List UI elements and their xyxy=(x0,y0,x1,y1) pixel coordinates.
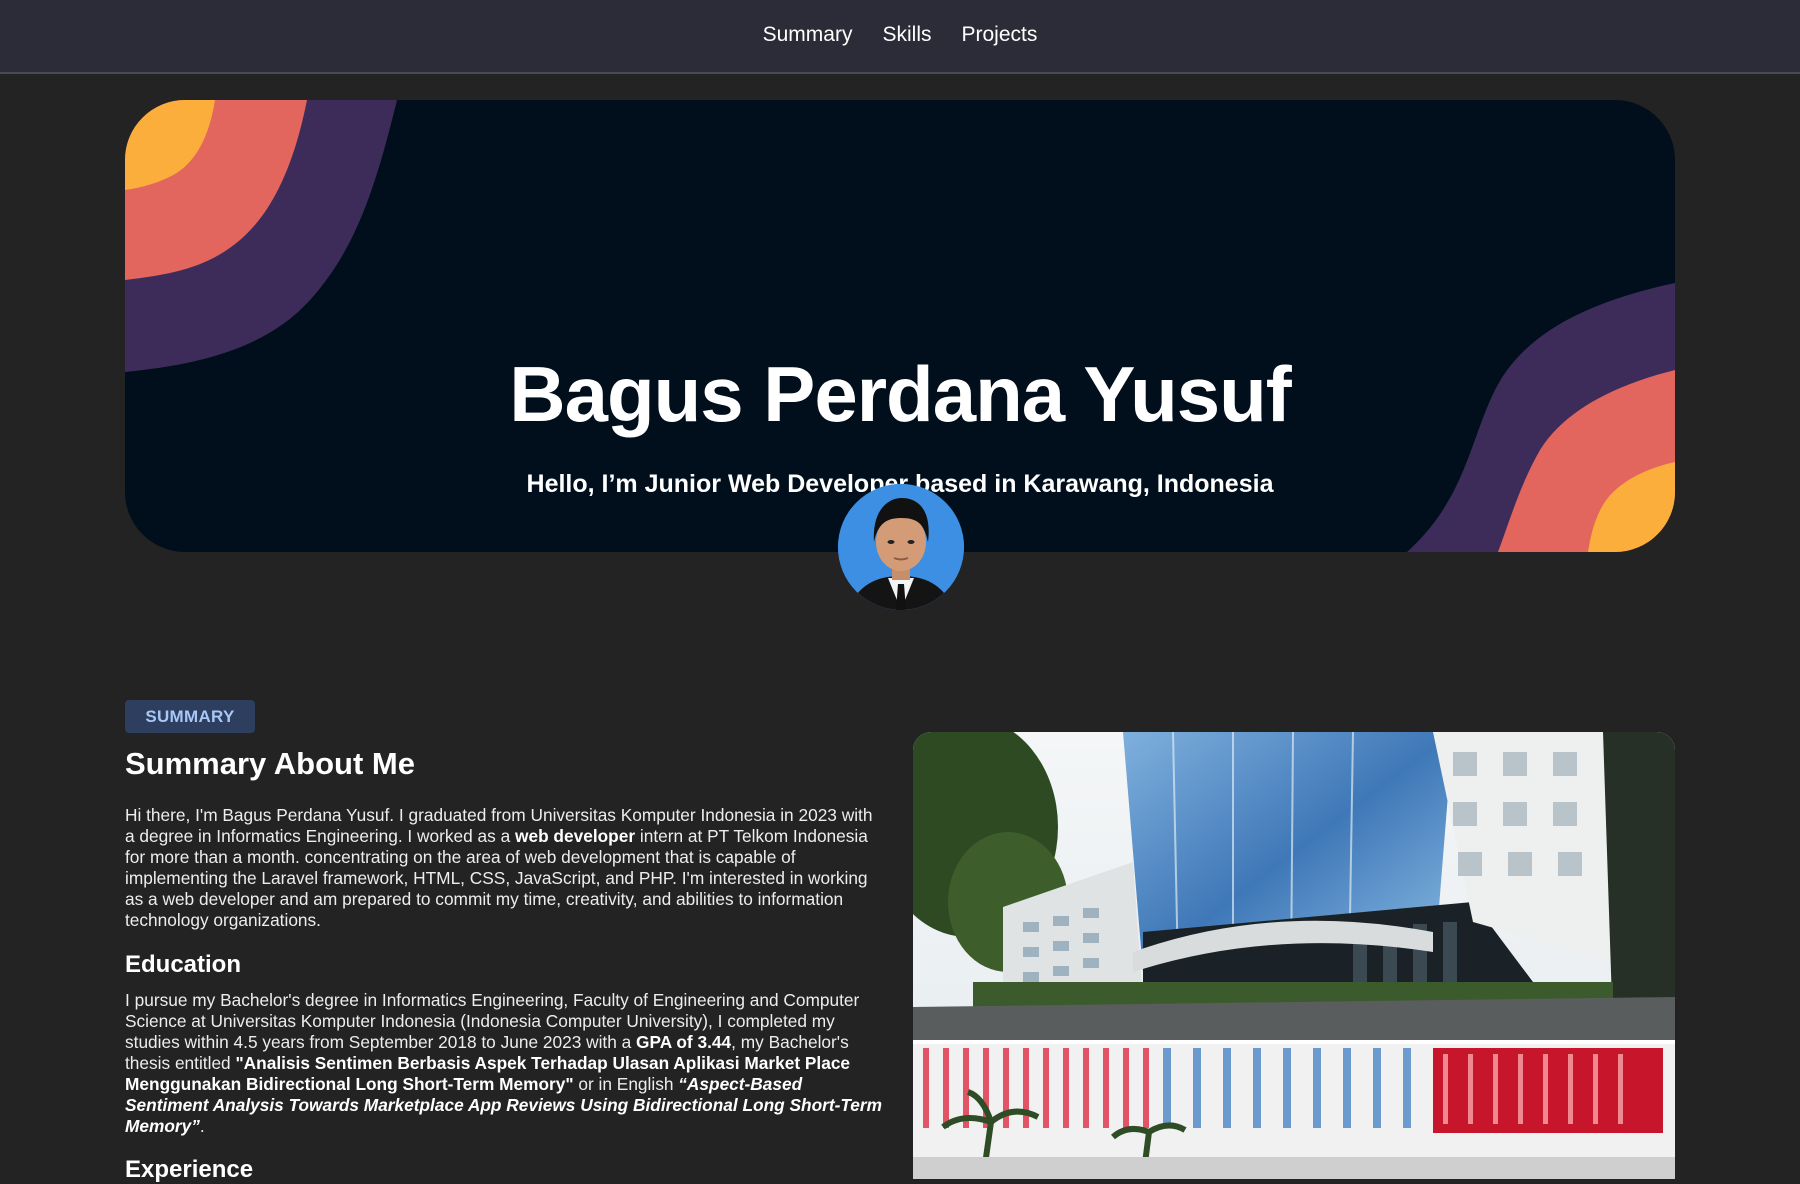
hero-name: Bagus Perdana Yusuf xyxy=(509,350,1292,438)
experience-heading: Experience xyxy=(125,1156,254,1183)
education-paragraph: I pursue my Bachelor's degree in Informa… xyxy=(125,990,883,1136)
university-building-image xyxy=(913,732,1675,1180)
profile-avatar xyxy=(838,484,964,610)
nav-link-skills[interactable]: Skills xyxy=(882,23,931,49)
nav-link-projects[interactable]: Projects xyxy=(962,23,1038,49)
summary-badge: SUMMARY xyxy=(125,700,255,733)
summary-intro: Hi there, I'm Bagus Perdana Yusuf. I gra… xyxy=(125,805,873,930)
education-heading: Education xyxy=(125,951,242,978)
highlight-web-developer: web developer xyxy=(515,826,636,846)
summary-title: Summary About Me xyxy=(125,746,415,781)
highlight-gpa: GPA of 3.44 xyxy=(636,1032,732,1052)
nav-link-summary[interactable]: Summary xyxy=(763,23,853,49)
top-navbar: Summary Skills Projects xyxy=(0,0,1800,74)
university-photo xyxy=(913,732,1675,1184)
profile-photo xyxy=(838,484,964,610)
